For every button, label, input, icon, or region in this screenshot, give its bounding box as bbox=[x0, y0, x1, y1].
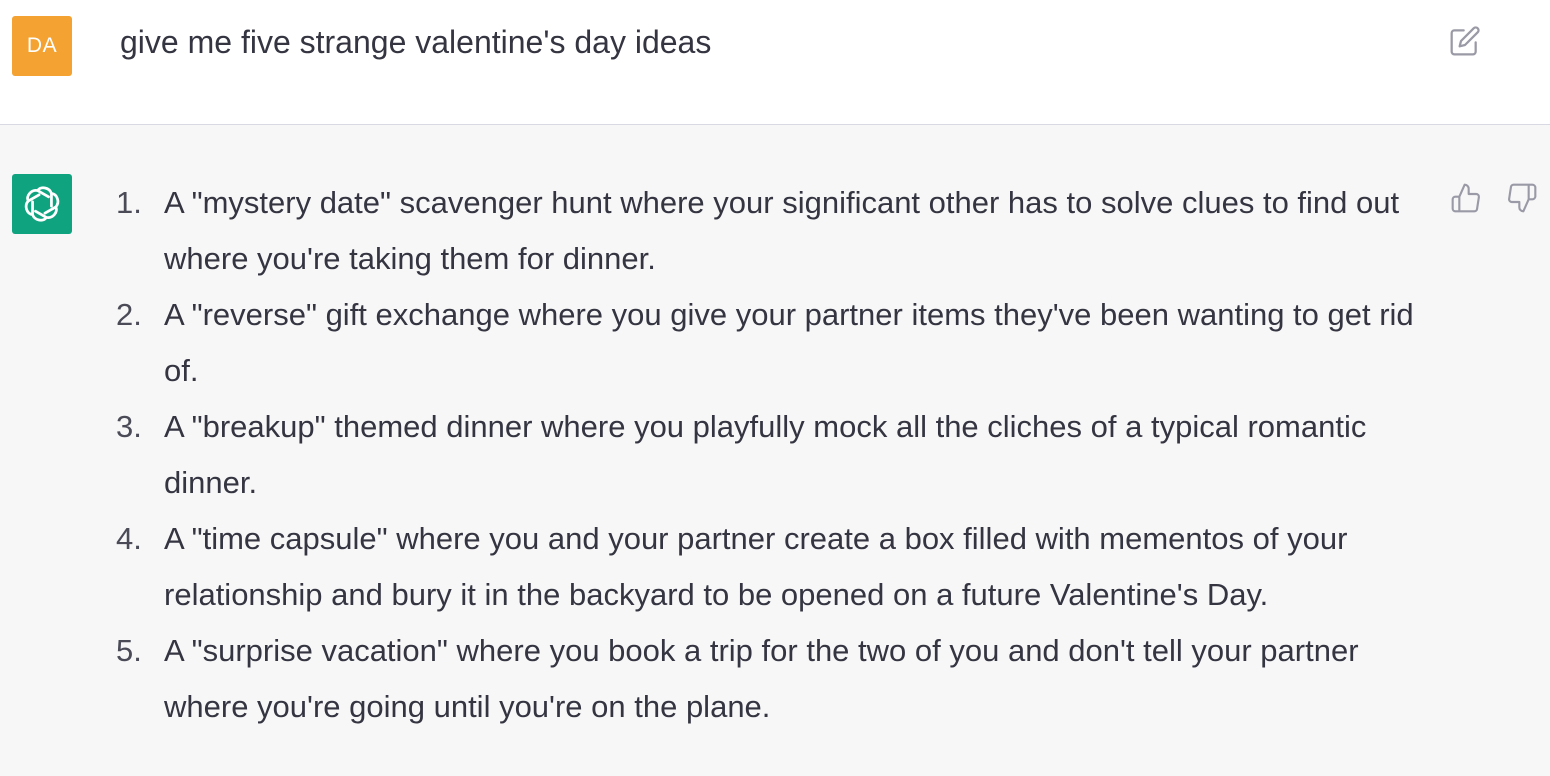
list-item-text: A "breakup" themed dinner where you play… bbox=[164, 409, 1367, 500]
user-message-text: give me five strange valentine's day ide… bbox=[120, 24, 712, 60]
user-avatar-initials: DA bbox=[26, 34, 58, 57]
list-item: 5. A "surprise vacation" where you book … bbox=[116, 623, 1434, 735]
list-item-number: 3. bbox=[116, 409, 142, 444]
list-item: 3. A "breakup" themed dinner where you p… bbox=[116, 399, 1434, 511]
list-item-number: 4. bbox=[116, 521, 142, 556]
user-message-row: DA give me five strange valentine's day … bbox=[0, 0, 1550, 125]
list-item-text: A "mystery date" scavenger hunt where yo… bbox=[164, 185, 1400, 276]
user-avatar: DA bbox=[12, 16, 72, 76]
answer-list: 1. A "mystery date" scavenger hunt where… bbox=[116, 175, 1434, 735]
thumbs-up-button[interactable] bbox=[1448, 180, 1484, 216]
list-item-number: 5. bbox=[116, 633, 142, 668]
assistant-message-row: 1. A "mystery date" scavenger hunt where… bbox=[0, 125, 1550, 776]
list-item-number: 2. bbox=[116, 297, 142, 332]
edit-icon bbox=[1450, 26, 1480, 56]
list-item-text: A "time capsule" where you and your part… bbox=[164, 521, 1348, 612]
list-item-text: A "surprise vacation" where you book a t… bbox=[164, 633, 1359, 724]
list-item: 4. A "time capsule" where you and your p… bbox=[116, 511, 1434, 623]
list-item: 1. A "mystery date" scavenger hunt where… bbox=[116, 175, 1434, 287]
thumbs-up-icon bbox=[1451, 183, 1480, 213]
thumbs-down-button[interactable] bbox=[1504, 180, 1540, 216]
edit-message-button[interactable] bbox=[1448, 24, 1482, 58]
thumbs-down-icon bbox=[1508, 183, 1537, 213]
list-item-number: 1. bbox=[116, 185, 142, 220]
openai-logo-icon bbox=[24, 186, 60, 222]
assistant-avatar bbox=[12, 174, 72, 234]
list-item: 2. A "reverse" gift exchange where you g… bbox=[116, 287, 1434, 399]
list-item-text: A "reverse" gift exchange where you give… bbox=[164, 297, 1414, 388]
